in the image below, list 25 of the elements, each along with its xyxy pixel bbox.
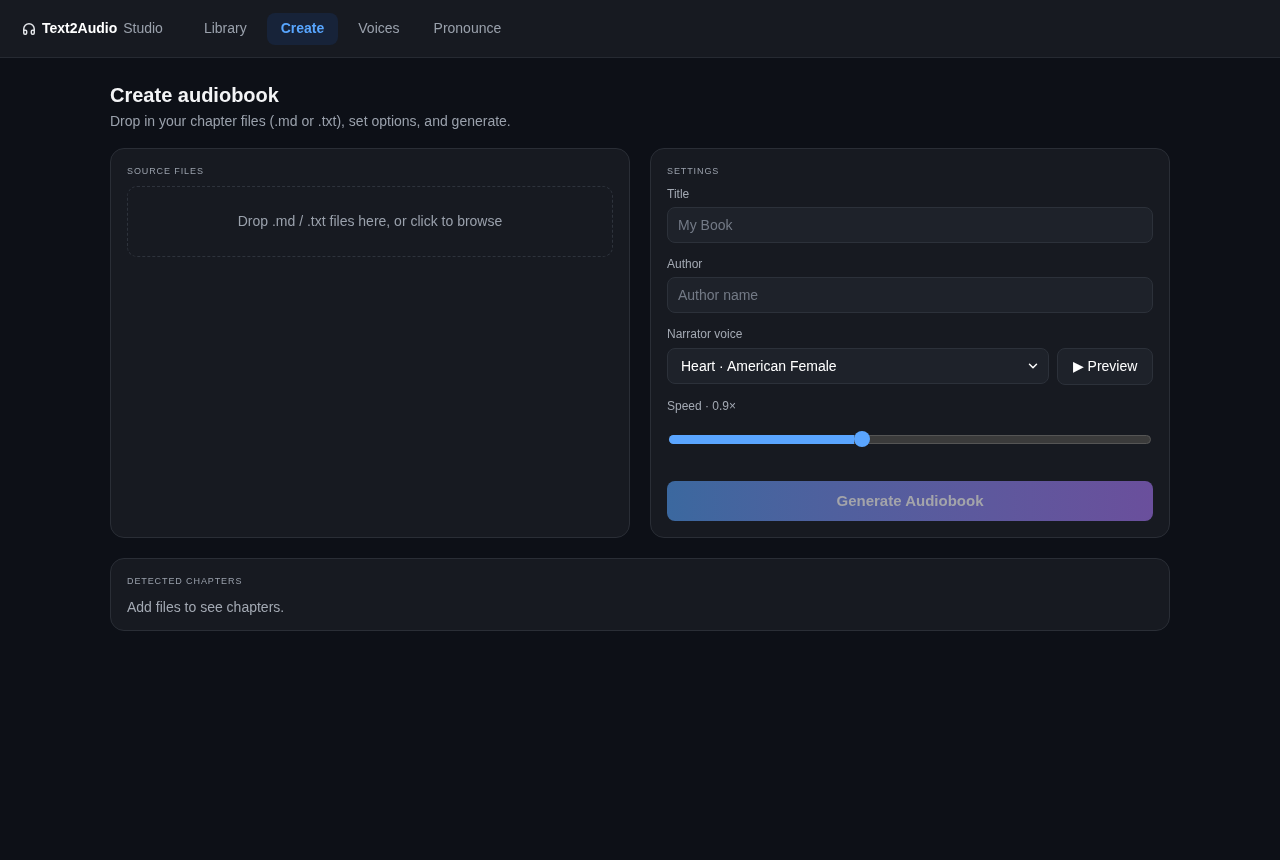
text-input[interactable]: Author name bbox=[667, 277, 1153, 313]
text-input[interactable]: My Book bbox=[667, 207, 1153, 243]
empty-state-text: Add files to see chapters. bbox=[127, 598, 286, 617]
nav-tab[interactable]: Library bbox=[189, 12, 261, 45]
section-heading: SETTINGS bbox=[667, 165, 721, 177]
field-label: Narrator voice bbox=[667, 326, 744, 342]
nav-tab[interactable]: Pronounce bbox=[419, 12, 516, 45]
nav-tab[interactable]: Voices bbox=[344, 12, 414, 45]
nav-tab[interactable]: Create bbox=[266, 12, 339, 45]
section-heading: DETECTED CHAPTERS bbox=[127, 575, 244, 587]
slider-thumb[interactable] bbox=[854, 431, 870, 447]
section-heading: SOURCE FILES bbox=[127, 165, 205, 177]
app-brand-suffix: Studio bbox=[123, 19, 163, 38]
file-dropzone[interactable]: Drop .md / .txt files here, or click to browse bbox=[127, 186, 613, 257]
headphones-icon bbox=[22, 21, 36, 36]
voice-select[interactable]: Heart · American Female bbox=[667, 348, 1049, 384]
field-label: Speed · 0.9× bbox=[667, 398, 738, 414]
field-label: Author bbox=[667, 256, 704, 272]
preview-button[interactable]: ▶ Preview bbox=[1057, 348, 1153, 385]
app-brand: Text2Audio bbox=[42, 19, 118, 38]
speed-slider-track[interactable] bbox=[669, 434, 1151, 444]
generate-audiobook-button: Generate Audiobook bbox=[667, 481, 1153, 521]
page-subtitle: Drop in your chapter files (.md or .txt), set options, and generate. bbox=[110, 112, 512, 131]
field-label: Title bbox=[667, 186, 691, 202]
page-title: Create audiobook bbox=[110, 83, 280, 108]
